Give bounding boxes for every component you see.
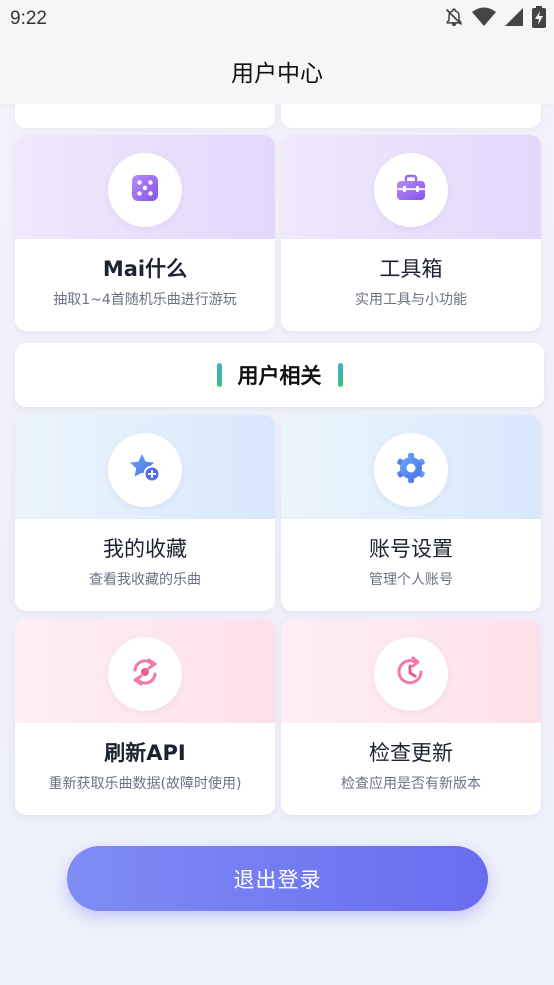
wifi-icon [472, 7, 496, 31]
card-scrolled-left[interactable] [15, 104, 275, 128]
star-add-icon [128, 452, 162, 488]
battery-charging-icon [532, 6, 546, 32]
page-title: 用户中心 [231, 61, 323, 87]
card-description: 重新获取乐曲数据(故障时使用) [48, 776, 242, 792]
card-description: 抽取1~4首随机乐曲进行游玩 [53, 292, 237, 308]
status-bar: 9:22 [0, 0, 554, 38]
card-my-favorites[interactable]: 我的收藏 查看我收藏的乐曲 [15, 415, 275, 611]
clock-update-icon [394, 655, 428, 693]
card-description: 检查应用是否有新版本 [341, 776, 481, 792]
section-title: 用户相关 [237, 364, 322, 388]
card-toolbox[interactable]: 工具箱 实用工具与小功能 [281, 135, 541, 331]
card-title: 账号设置 [369, 537, 453, 561]
section-accent-right [337, 363, 343, 387]
card-scrolled-right[interactable] [281, 104, 541, 128]
card-mai-what[interactable]: Mai什么 抽取1~4首随机乐曲进行游玩 [15, 135, 275, 331]
section-header-user: 用户相关 [15, 343, 544, 407]
app-bar: 用户中心 [0, 38, 554, 104]
card-description: 管理个人账号 [369, 572, 453, 588]
card-description: 实用工具与小功能 [355, 292, 467, 308]
card-title: 检查更新 [369, 741, 453, 765]
card-title: 我的收藏 [103, 537, 187, 561]
refresh-icon [129, 656, 161, 692]
dice-icon [130, 173, 160, 207]
card-title: 刷新API [104, 741, 186, 765]
card-account-settings[interactable]: 账号设置 管理个人账号 [281, 415, 541, 611]
card-check-update[interactable]: 检查更新 检查应用是否有新版本 [281, 619, 541, 815]
logout-button[interactable]: 退出登录 [67, 846, 488, 911]
notifications-off-icon [444, 7, 464, 31]
card-title: 工具箱 [379, 257, 443, 281]
gear-icon [395, 452, 427, 488]
card-refresh-api[interactable]: 刷新API 重新获取乐曲数据(故障时使用) [15, 619, 275, 815]
signal-icon [504, 7, 524, 31]
toolbox-icon [395, 173, 427, 207]
card-description: 查看我收藏的乐曲 [89, 572, 201, 588]
section-accent-left [216, 363, 222, 387]
status-time: 9:22 [10, 8, 47, 29]
card-title: Mai什么 [102, 257, 188, 281]
